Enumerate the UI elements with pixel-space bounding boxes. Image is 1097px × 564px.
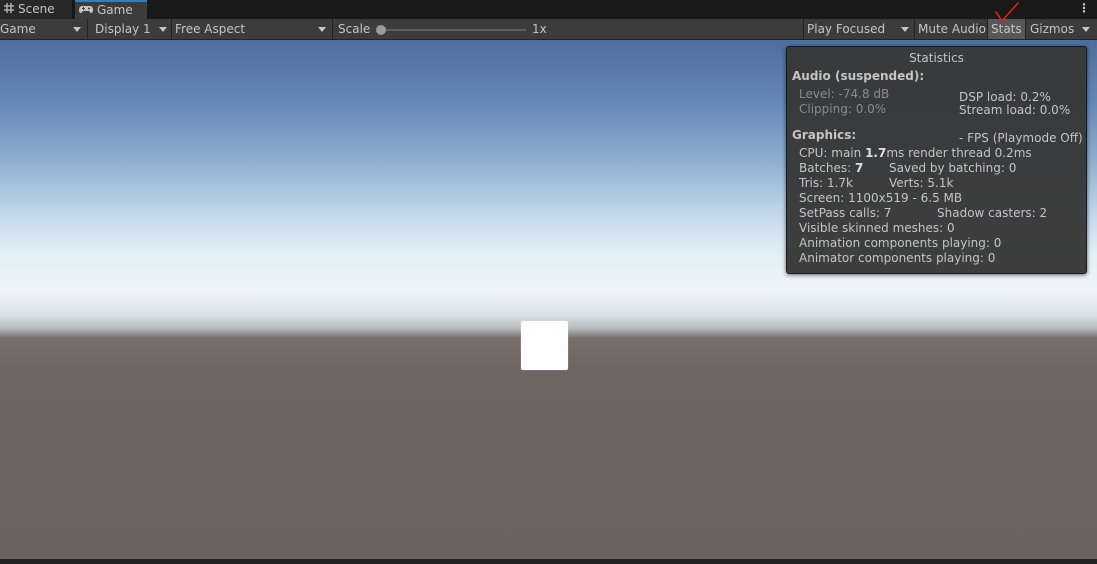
toolbar-divider: [171, 19, 172, 39]
bottom-edge: [0, 559, 1097, 564]
batches-readout: Batches: 7: [799, 161, 863, 176]
statistics-panel: Statistics Audio (suspended): Level: -74…: [786, 46, 1087, 274]
stream-load: Stream load: 0.0%: [959, 103, 1071, 117]
fps-readout: - FPS (Playmode Off): [959, 131, 1083, 145]
cpu-prefix: CPU: main: [799, 146, 866, 160]
batches-prefix: Batches:: [799, 161, 855, 175]
annotation-check-icon: [994, 2, 1020, 27]
toolbar-divider: [803, 19, 804, 39]
scale-slider-thumb[interactable]: [376, 25, 386, 35]
mute-audio-label: Mute Audio: [918, 22, 986, 36]
setpass-readout: SetPass calls: 7: [799, 206, 892, 220]
mute-audio-button[interactable]: Mute Audio: [915, 19, 987, 39]
toolbar-divider: [332, 19, 333, 39]
chevron-down-icon: [901, 27, 909, 32]
grid-icon: [4, 0, 14, 19]
more-options-icon[interactable]: ⋮: [1077, 0, 1091, 19]
display-dropdown[interactable]: Display 1: [95, 19, 170, 39]
toolbar-divider: [87, 19, 88, 39]
tab-game-label: Game: [97, 3, 133, 17]
animator-components-readout: Animator components playing: 0: [799, 251, 996, 265]
batches-value: 7: [855, 161, 864, 175]
chevron-down-icon: [318, 27, 326, 32]
skinned-meshes-readout: Visible skinned meshes: 0: [799, 221, 955, 235]
tab-strip: Scene Game ⋮: [0, 0, 1097, 20]
cpu-suffix: ms render thread 0.2ms: [886, 146, 1032, 160]
gizmos-label: Gizmos: [1030, 22, 1075, 36]
audio-clipping: Clipping: 0.0%: [799, 102, 887, 116]
statistics-title: Statistics: [909, 51, 964, 65]
shadow-casters-readout: Shadow casters: 2: [937, 206, 1048, 220]
chevron-down-icon: [159, 27, 167, 32]
cpu-main-value: 1.7: [865, 146, 887, 160]
aspect-dropdown[interactable]: Free Aspect: [175, 19, 331, 39]
gizmos-dropdown[interactable]: Gizmos: [1027, 19, 1097, 39]
audio-level: Level: -74.8 dB: [799, 87, 890, 101]
view-mode-label: Game: [0, 22, 36, 36]
graphics-heading: Graphics:: [792, 128, 857, 142]
animation-components-readout: Animation components playing: 0: [799, 236, 1002, 250]
cube-object: [521, 321, 568, 370]
scale-label: Scale: [338, 22, 371, 36]
scale-value: 1x: [532, 22, 547, 36]
view-mode-dropdown[interactable]: Game: [0, 19, 86, 39]
play-mode-label: Play Focused: [807, 22, 886, 36]
chevron-down-icon: [73, 27, 81, 32]
scale-slider-track[interactable]: [381, 29, 526, 31]
display-label: Display 1: [95, 22, 151, 36]
audio-heading: Audio (suspended):: [792, 69, 925, 83]
aspect-label: Free Aspect: [175, 22, 246, 36]
cpu-readout: CPU: main 1.7ms render thread 0.2ms: [799, 146, 1032, 161]
toolbar-divider: [1025, 19, 1026, 39]
gamepad-icon: [79, 2, 93, 19]
saved-by-batching: Saved by batching: 0: [889, 161, 1017, 175]
tris-readout: Tris: 1.7k: [799, 176, 853, 190]
screen-readout: Screen: 1100x519 - 6.5 MB: [799, 191, 963, 205]
play-mode-dropdown[interactable]: Play Focused: [807, 19, 913, 39]
verts-readout: Verts: 5.1k: [889, 176, 954, 190]
tab-scene[interactable]: Scene: [0, 0, 72, 19]
tab-game[interactable]: Game: [75, 0, 147, 19]
tab-scene-label: Scene: [18, 2, 55, 16]
chevron-down-icon: [1082, 27, 1090, 32]
